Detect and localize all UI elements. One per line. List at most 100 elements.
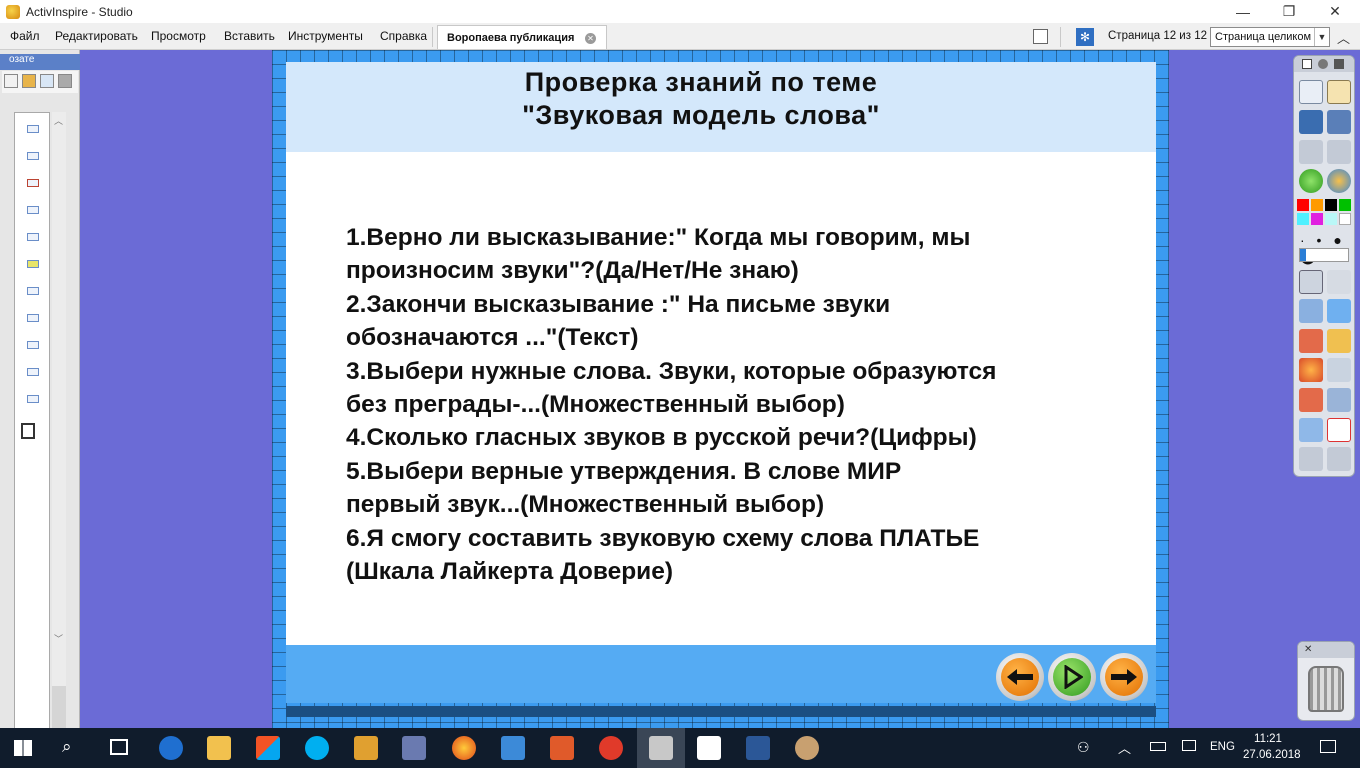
trash-close-icon[interactable]: ✕: [1304, 644, 1312, 655]
trash-bin-icon[interactable]: [1308, 666, 1344, 712]
color-swatch[interactable]: [1311, 199, 1323, 211]
media-icon[interactable]: [1327, 388, 1351, 412]
color-swatch[interactable]: [1311, 213, 1323, 225]
toolbox-menu-icon[interactable]: [1302, 59, 1312, 69]
browser-tool-icon[interactable]: [58, 74, 72, 88]
close-button[interactable]: ✕: [1312, 0, 1358, 23]
reset-page-icon[interactable]: [1327, 418, 1351, 442]
zoom-select[interactable]: Страница целиком ▼: [1210, 27, 1330, 47]
app-icon[interactable]: [550, 736, 574, 760]
browser-tool-icon[interactable]: [40, 74, 54, 88]
color-swatch[interactable]: [1325, 199, 1337, 211]
select-cursor-icon[interactable]: [1299, 270, 1323, 294]
people-icon[interactable]: ⚇: [1077, 739, 1090, 756]
language-indicator[interactable]: ENG: [1210, 741, 1235, 753]
file-explorer-icon[interactable]: [207, 736, 231, 760]
menu-edit[interactable]: Редактировать: [55, 29, 138, 43]
mail-icon[interactable]: [697, 736, 721, 760]
menu-view[interactable]: Просмотр: [151, 29, 206, 43]
snowflake-icon[interactable]: ✻: [1076, 28, 1094, 46]
page-thumbnail[interactable]: [27, 341, 39, 349]
marquee-tool-icon[interactable]: [1327, 270, 1351, 294]
clear-icon[interactable]: [1299, 418, 1323, 442]
document-tab[interactable]: Воропаева публикация ✕: [437, 25, 607, 49]
chevron-down-icon[interactable]: ▼: [1314, 28, 1329, 46]
page-thumbnail[interactable]: [27, 152, 39, 160]
design-mode-icon[interactable]: [1327, 110, 1351, 134]
page-thumbnail[interactable]: [27, 206, 39, 214]
minimize-button[interactable]: —: [1220, 0, 1266, 23]
browser-tool-icon[interactable]: [22, 74, 36, 88]
menu-tools[interactable]: Инструменты: [288, 29, 363, 43]
page-thumbnail[interactable]: [27, 233, 39, 241]
maximize-button[interactable]: ❐: [1266, 0, 1312, 23]
page-thumbnail[interactable]: [27, 287, 39, 295]
color-swatch[interactable]: [1297, 213, 1309, 225]
app-icon[interactable]: [402, 736, 426, 760]
menu-file[interactable]: Файл: [10, 29, 40, 43]
previous-page-tool-icon[interactable]: [1299, 140, 1323, 164]
next-page-button[interactable]: [1100, 653, 1148, 701]
page-thumbnail[interactable]: [27, 395, 39, 403]
search-icon[interactable]: ⌕: [62, 737, 72, 757]
transparency-slider[interactable]: [1299, 248, 1349, 262]
clipart-icon[interactable]: [1299, 388, 1323, 412]
tab-close-icon[interactable]: ✕: [585, 33, 596, 44]
chevron-up-icon[interactable]: ︿: [1118, 738, 1131, 757]
color-swatch[interactable]: [1339, 213, 1351, 225]
word-icon[interactable]: [746, 736, 770, 760]
page-thumbnail[interactable]: [27, 179, 39, 187]
play-button[interactable]: [1048, 653, 1096, 701]
app-icon[interactable]: [501, 736, 525, 760]
firefox-icon[interactable]: [452, 736, 476, 760]
fill-icon[interactable]: [1327, 329, 1351, 353]
collapse-menu-icon[interactable]: ︿: [1337, 28, 1350, 47]
page-sorter-icon[interactable]: [1033, 29, 1048, 44]
media-player-icon[interactable]: [354, 736, 378, 760]
resources-icon[interactable]: [1327, 169, 1351, 193]
undo-icon[interactable]: [1299, 447, 1323, 471]
paint-icon[interactable]: [795, 736, 819, 760]
connector-icon[interactable]: [1327, 358, 1351, 382]
browser-scrollbar[interactable]: ︿ ﹀: [49, 112, 66, 764]
pen-icon[interactable]: [1299, 299, 1323, 323]
network-icon[interactable]: [1182, 740, 1196, 751]
menu-insert[interactable]: Вставить: [224, 29, 275, 43]
clock[interactable]: 11:21 27.06.2018: [1243, 731, 1301, 763]
page-thumbnail[interactable]: [27, 125, 39, 133]
edge-icon[interactable]: [159, 736, 183, 760]
signature-tool-icon[interactable]: [1299, 110, 1323, 134]
color-swatch[interactable]: [1297, 199, 1309, 211]
highlighter-icon[interactable]: [1327, 299, 1351, 323]
page-thumbnail-list[interactable]: [14, 112, 50, 764]
page-thumbnail[interactable]: [27, 368, 39, 376]
eraser-icon[interactable]: [1299, 329, 1323, 353]
store-icon[interactable]: [256, 736, 280, 760]
color-swatch[interactable]: [1339, 199, 1351, 211]
scroll-up-icon[interactable]: ︿: [54, 114, 63, 127]
task-view-icon[interactable]: [110, 739, 128, 755]
page-stack-icon[interactable]: [21, 423, 35, 439]
next-page-tool-icon[interactable]: [1327, 140, 1351, 164]
toolbox-pin-icon[interactable]: [1334, 59, 1344, 69]
battery-icon[interactable]: [1150, 742, 1166, 751]
activinspire-taskbar-icon[interactable]: [649, 736, 673, 760]
arrow-right-icon: [1105, 658, 1143, 696]
page-thumbnail[interactable]: [27, 314, 39, 322]
browser-tool-icon[interactable]: [4, 74, 18, 88]
activity-play-icon[interactable]: [1299, 169, 1323, 193]
profile-tool-icon[interactable]: [1327, 80, 1351, 104]
start-icon[interactable]: [14, 740, 32, 756]
toolbox-home-icon[interactable]: [1318, 59, 1328, 69]
color-swatch[interactable]: [1325, 213, 1337, 225]
main-menu-tool-icon[interactable]: [1299, 80, 1323, 104]
notifications-icon[interactable]: [1320, 740, 1336, 753]
app-icon[interactable]: [599, 736, 623, 760]
scroll-down-icon[interactable]: ﹀: [54, 632, 63, 645]
skype-icon[interactable]: [305, 736, 329, 760]
menu-help[interactable]: Справка: [380, 29, 427, 43]
redo-icon[interactable]: [1327, 447, 1351, 471]
page-thumbnail[interactable]: [27, 260, 39, 268]
shape-icon[interactable]: [1299, 358, 1323, 382]
previous-page-button[interactable]: [996, 653, 1044, 701]
